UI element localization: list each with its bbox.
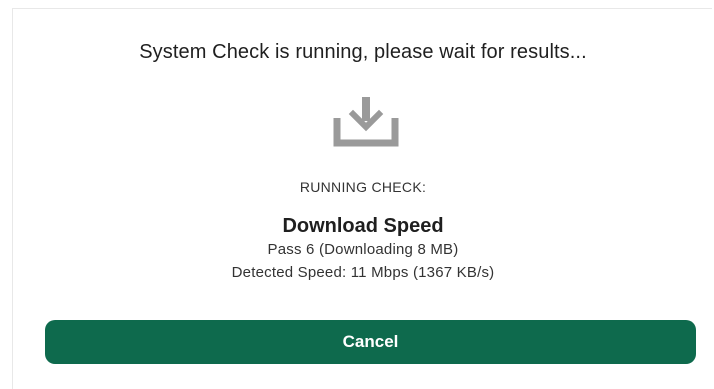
system-check-dialog: System Check is running, please wait for… xyxy=(12,8,712,389)
cancel-button[interactable]: Cancel xyxy=(45,320,696,364)
pass-info: Pass 6 (Downloading 8 MB) xyxy=(267,241,459,258)
check-name: Download Speed xyxy=(282,215,444,237)
detected-speed: Detected Speed: 11 Mbps (1367 KB/s) xyxy=(231,264,495,281)
download-tray-icon xyxy=(333,97,399,147)
running-check-label: RUNNING CHECK: xyxy=(299,179,427,195)
dialog-title: System Check is running, please wait for… xyxy=(139,41,587,63)
